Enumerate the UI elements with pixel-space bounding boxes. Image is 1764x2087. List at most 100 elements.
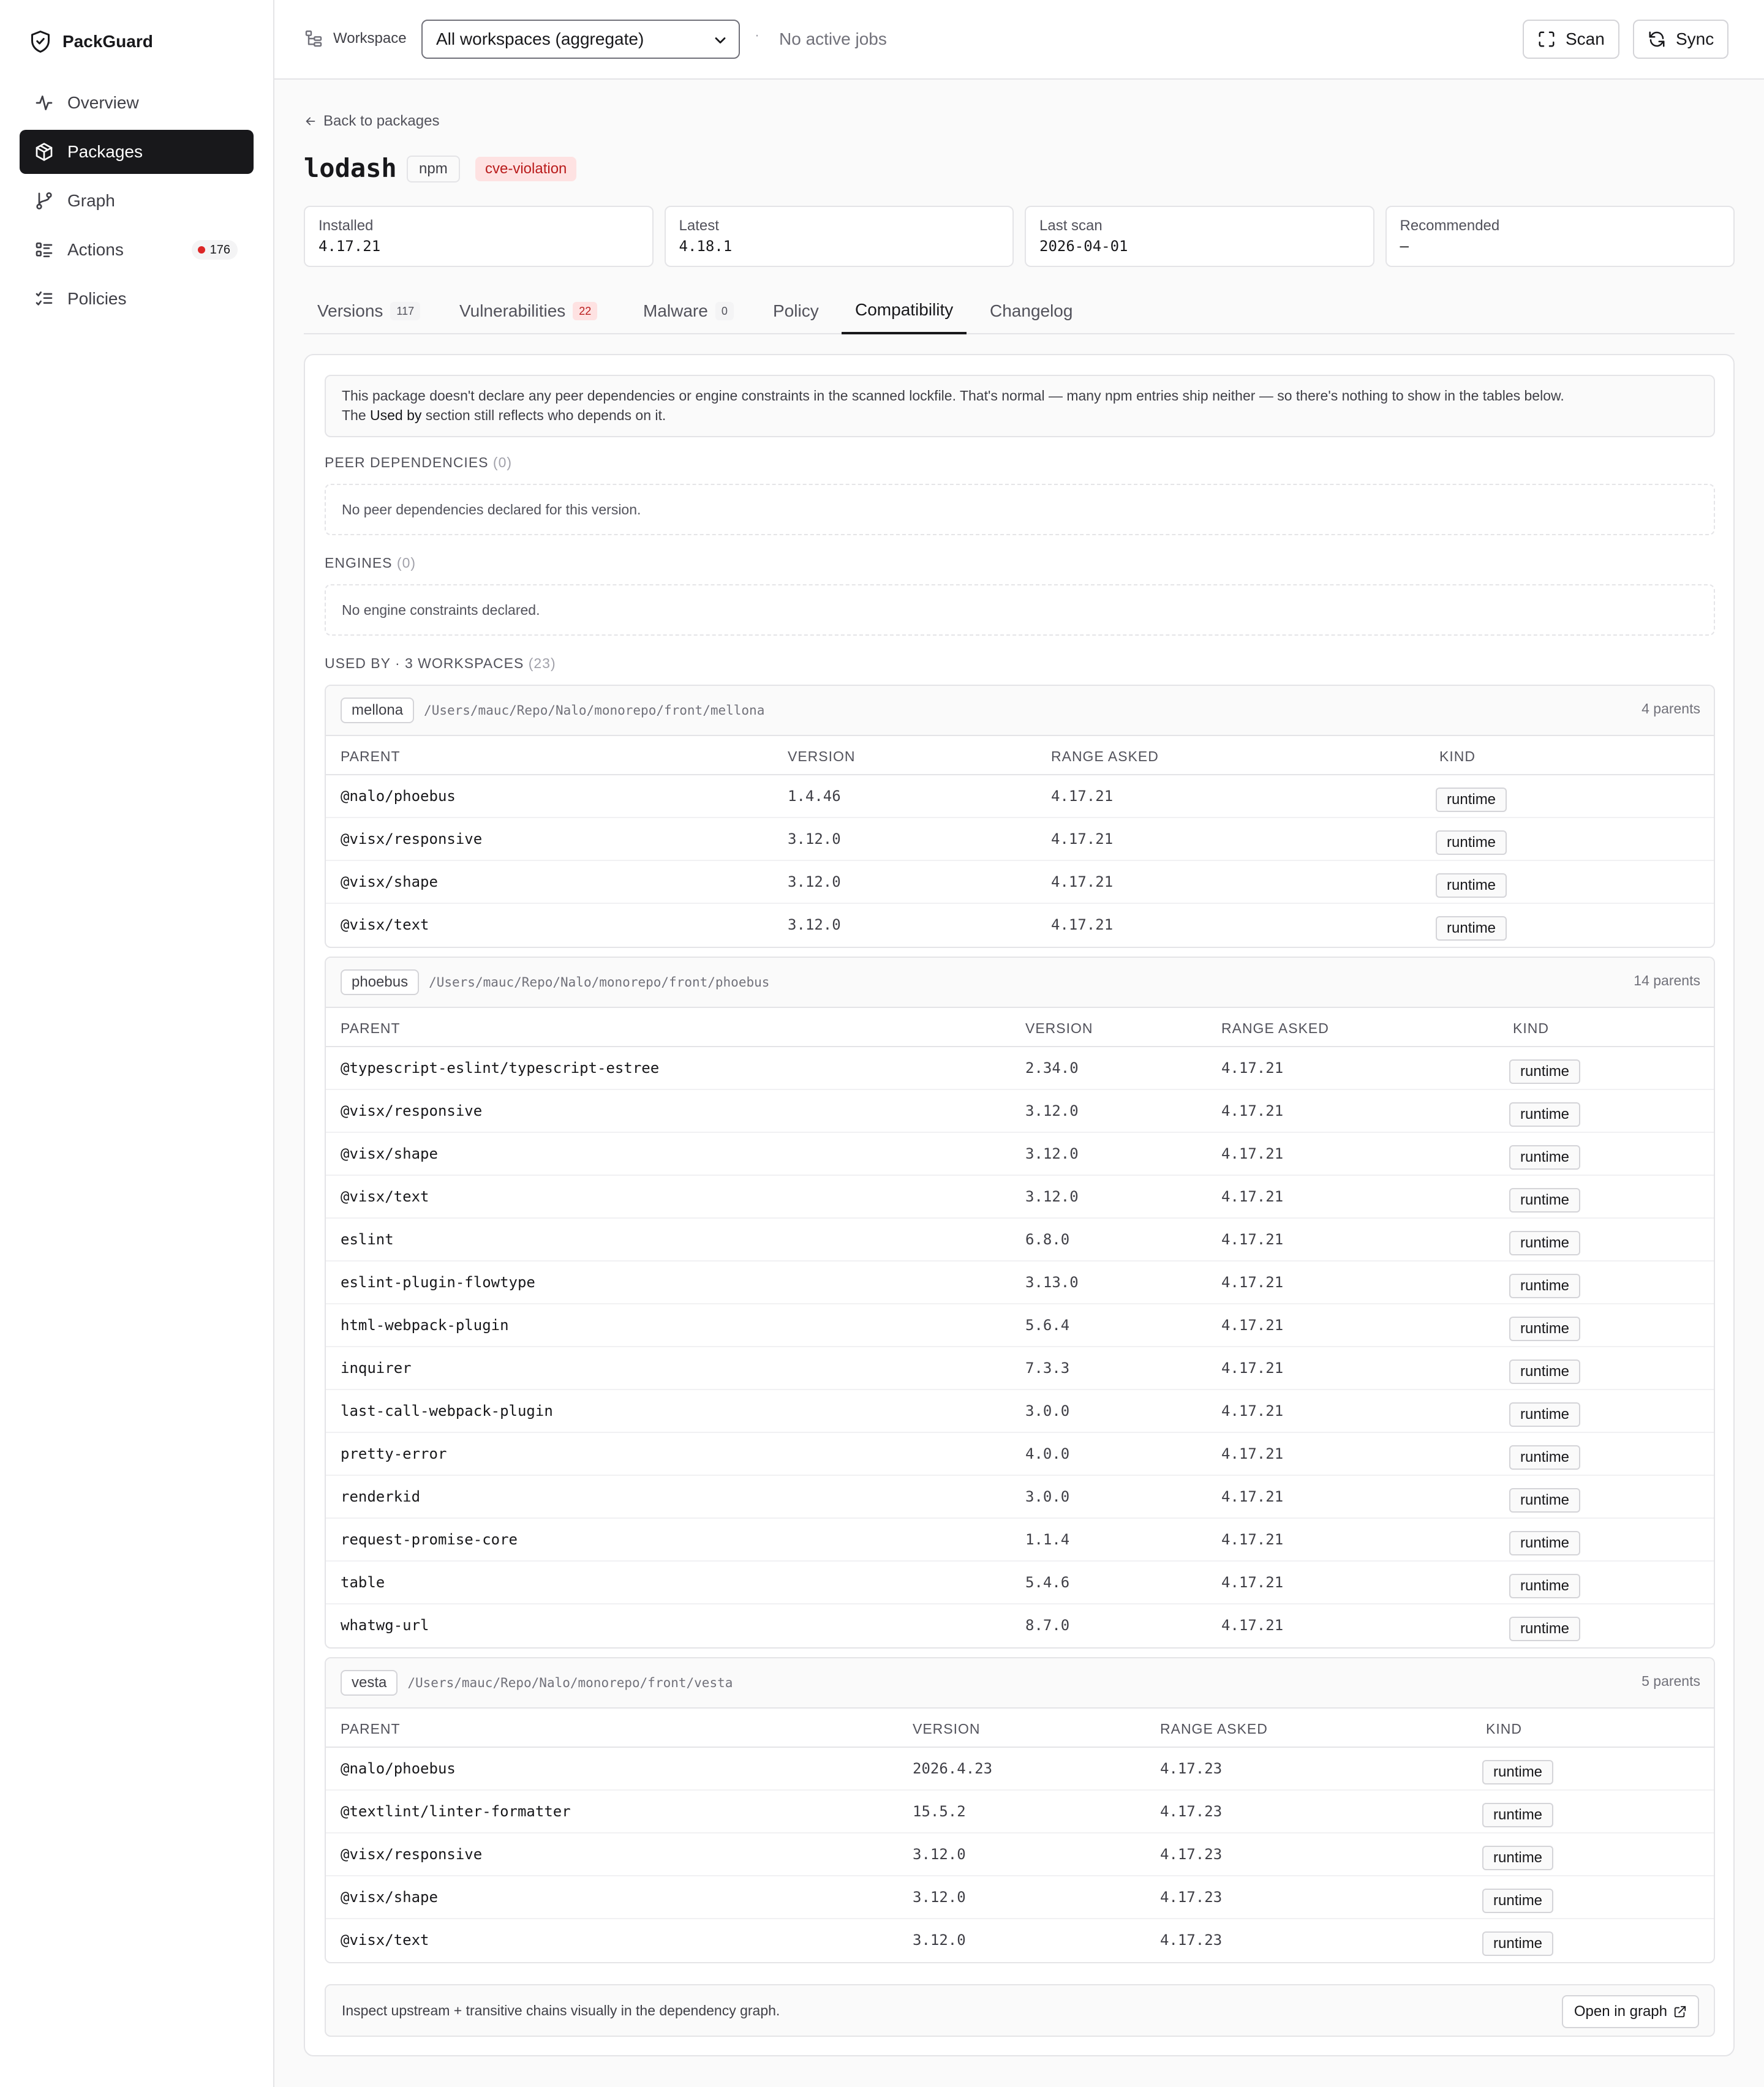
table-row[interactable]: @visx/responsive 3.12.0 4.17.23 runtime (326, 1833, 1714, 1876)
table-row[interactable]: html-webpack-plugin 5.6.4 4.17.21 runtime (326, 1304, 1714, 1347)
workspace-select[interactable]: All workspaces (aggregate) (421, 20, 740, 59)
range-cell: 4.17.21 (1221, 1188, 1284, 1205)
open-in-graph-label: Open in graph (1574, 2003, 1667, 2020)
section-count: (0) (492, 454, 513, 470)
tab-versions[interactable]: Versions 117 (304, 288, 434, 334)
tab-compatibility[interactable]: Compatibility (842, 288, 967, 334)
tab-malware[interactable]: Malware 0 (630, 288, 747, 334)
stat-recommended: Recommended — (1385, 206, 1735, 267)
parent-cell[interactable]: @visx/responsive (341, 1102, 482, 1119)
tab-changelog[interactable]: Changelog (976, 288, 1086, 334)
table-row[interactable]: inquirer 7.3.3 4.17.21 runtime (326, 1347, 1714, 1390)
parent-cell[interactable]: request-promise-core (341, 1531, 518, 1548)
table-row[interactable]: @textlint/linter-formatter 15.5.2 4.17.23 r… (326, 1791, 1714, 1833)
parent-cell[interactable]: last-call-webpack-plugin (341, 1402, 553, 1420)
table-row[interactable]: pretty-error 4.0.0 4.17.21 runtime (326, 1433, 1714, 1476)
parent-cell[interactable]: inquirer (341, 1359, 412, 1377)
sidebar-item-graph[interactable]: Graph (20, 179, 254, 223)
parent-cell[interactable]: whatwg-url (341, 1617, 429, 1634)
parent-cell[interactable]: @visx/text (341, 916, 429, 933)
section-count: (0) (396, 555, 417, 571)
table-row[interactable]: @visx/shape 3.12.0 4.17.23 runtime (326, 1876, 1714, 1919)
kind-badge: runtime (1509, 1574, 1581, 1598)
peer-dependencies-empty: No peer dependencies declared for this v… (325, 484, 1715, 535)
table-row[interactable]: @visx/text 3.12.0 4.17.21 runtime (326, 904, 1714, 947)
section-title: ENGINES (325, 555, 393, 571)
table-row[interactable]: @nalo/phoebus 1.4.46 4.17.21 runtime (326, 775, 1714, 818)
parent-cell[interactable]: @visx/shape (341, 1145, 438, 1162)
column-header-parent: PARENT (341, 748, 401, 764)
table-row[interactable]: @visx/responsive 3.12.0 4.17.21 runtime (326, 1090, 1714, 1133)
shield-check-icon (31, 31, 50, 53)
table-row[interactable]: @typescript-eslint/typescript-estree 2.34… (326, 1047, 1714, 1090)
compatibility-panel: This package doesn't declare any peer de… (304, 354, 1735, 2056)
range-cell: 4.17.21 (1221, 1445, 1284, 1462)
column-header-version: VERSION (913, 1721, 981, 1737)
parent-cell[interactable]: @nalo/phoebus (341, 788, 456, 805)
version-cell: 5.6.4 (1025, 1317, 1070, 1334)
tab-vulnerabilities[interactable]: Vulnerabilities 22 (446, 288, 611, 334)
parent-cell[interactable]: html-webpack-plugin (341, 1317, 509, 1334)
table-row[interactable]: table 5.4.6 4.17.21 runtime (326, 1562, 1714, 1604)
tab-label: Policy (773, 301, 819, 320)
kind-badge: runtime (1509, 1231, 1581, 1255)
parent-cell[interactable]: @visx/responsive (341, 1846, 482, 1863)
scan-button[interactable]: Scan (1523, 20, 1619, 59)
parent-cell[interactable]: @visx/text (341, 1188, 429, 1205)
workspace-path: /Users/mauc/Repo/Nalo/monorepo/front/pho… (429, 975, 770, 990)
brand-name: PackGuard (62, 32, 153, 51)
jobs-status: No active jobs (779, 29, 887, 48)
table-row[interactable]: @visx/responsive 3.12.0 4.17.21 runtime (326, 818, 1714, 861)
table-row[interactable]: eslint-plugin-flowtype 3.13.0 4.17.21 runti… (326, 1262, 1714, 1304)
table-row[interactable]: request-promise-core 1.1.4 4.17.21 runtime (326, 1519, 1714, 1562)
sidebar-item-packages[interactable]: Packages (20, 130, 254, 174)
table-row[interactable]: @visx/text 3.12.0 4.17.23 runtime (326, 1919, 1714, 1962)
table-row[interactable]: @visx/shape 3.12.0 4.17.21 runtime (326, 1133, 1714, 1176)
table-row[interactable]: last-call-webpack-plugin 3.0.0 4.17.21 runt… (326, 1390, 1714, 1433)
parent-cell[interactable]: @nalo/phoebus (341, 1760, 456, 1777)
table-row[interactable]: renderkid 3.0.0 4.17.21 runtime (326, 1476, 1714, 1519)
sync-label: Sync (1676, 29, 1714, 48)
sidebar-item-policies[interactable]: Policies (20, 277, 254, 321)
ecosystem-badge: npm (407, 156, 460, 182)
workspace-tag[interactable]: mellona (341, 698, 415, 723)
tab-policy[interactable]: Policy (760, 288, 832, 334)
parent-cell[interactable]: @visx/shape (341, 873, 438, 890)
parent-cell[interactable]: eslint-plugin-flowtype (341, 1274, 535, 1291)
range-cell: 4.17.21 (1221, 1488, 1284, 1505)
brand[interactable]: PackGuard (29, 28, 153, 55)
table-header: PARENT VERSION RANGE ASKED KIND (326, 1008, 1714, 1047)
version-cell: 1.4.46 (788, 788, 841, 805)
stat-value: 4.18.1 (679, 238, 733, 255)
table-row[interactable]: whatwg-url 8.7.0 4.17.21 runtime (326, 1604, 1714, 1647)
parent-cell[interactable]: @typescript-eslint/typescript-estree (341, 1059, 659, 1077)
workspace-tag[interactable]: vesta (341, 1670, 398, 1696)
range-cell: 4.17.21 (1221, 1359, 1284, 1377)
parent-cell[interactable]: renderkid (341, 1488, 420, 1505)
version-cell: 8.7.0 (1025, 1617, 1070, 1634)
notice-line-1: This package doesn't declare any peer de… (342, 388, 1564, 404)
kind-badge: runtime (1509, 1359, 1581, 1384)
parent-cell[interactable]: eslint (341, 1231, 394, 1248)
parent-cell[interactable]: @visx/responsive (341, 830, 482, 848)
sync-button[interactable]: Sync (1633, 20, 1729, 59)
parent-cell[interactable]: pretty-error (341, 1445, 447, 1462)
parent-cell[interactable]: table (341, 1574, 385, 1591)
table-row[interactable]: @visx/text 3.12.0 4.17.21 runtime (326, 1176, 1714, 1219)
parent-cell[interactable]: @textlint/linter-formatter (341, 1803, 571, 1820)
info-notice: This package doesn't declare any peer de… (325, 375, 1715, 437)
table-row[interactable]: @visx/shape 3.12.0 4.17.21 runtime (326, 861, 1714, 904)
open-in-graph-button[interactable]: Open in graph (1561, 1995, 1699, 2028)
sidebar-item-label: Graph (67, 191, 115, 210)
parent-cell[interactable]: @visx/shape (341, 1889, 438, 1906)
sidebar-item-actions[interactable]: Actions 176 (20, 228, 254, 272)
workspace-label: Workspace (333, 30, 407, 47)
back-to-packages-link[interactable]: Back to packages (304, 113, 439, 130)
workspace-tag[interactable]: phoebus (341, 969, 420, 995)
section-title: PEER DEPENDENCIES (325, 454, 489, 470)
sidebar-item-overview[interactable]: Overview (20, 81, 254, 125)
parent-cell[interactable]: @visx/text (341, 1931, 429, 1949)
kind-badge: runtime (1482, 1846, 1554, 1870)
table-row[interactable]: @nalo/phoebus 2026.4.23 4.17.23 runtime (326, 1748, 1714, 1791)
table-row[interactable]: eslint 6.8.0 4.17.21 runtime (326, 1219, 1714, 1262)
